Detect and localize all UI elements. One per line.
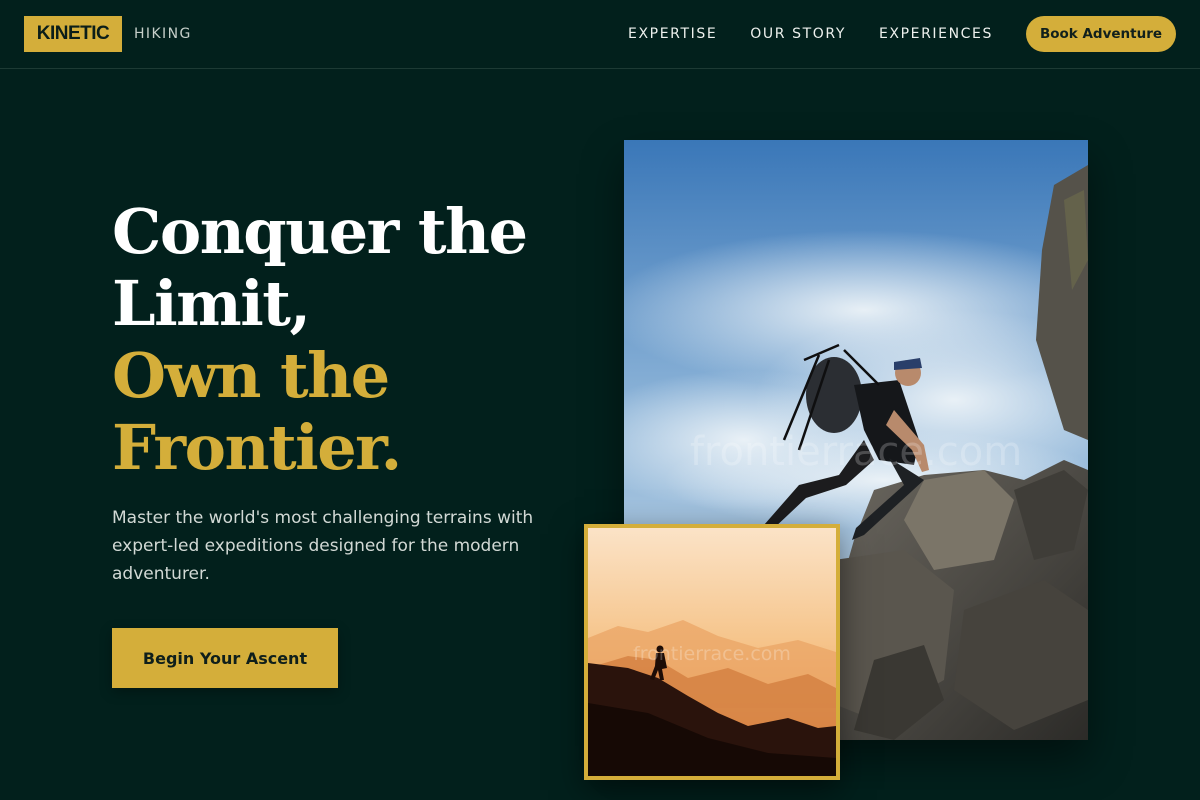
headline-line-1: Conquer the (112, 195, 528, 268)
nav-link-expertise[interactable]: EXPERTISE (628, 26, 717, 42)
nav-link-our-story[interactable]: OUR STORY (750, 26, 846, 42)
small-photo-watermark: frontierrace.com (633, 643, 791, 665)
brand-tagline: HIKING (134, 26, 192, 42)
sunset-hiker-photo: frontierrace.com (584, 524, 840, 780)
site-header: KINETIC HIKING EXPERTISE OUR STORY EXPER… (0, 0, 1200, 69)
brand-logo[interactable]: KINETIC HIKING (24, 16, 192, 52)
book-adventure-button[interactable]: Book Adventure (1026, 16, 1176, 52)
main-photo-watermark: frontierrace.com (690, 429, 1022, 475)
headline-line-4: Frontier. (112, 411, 402, 484)
headline-line-2: Limit, (112, 267, 311, 340)
nav-link-experiences[interactable]: EXPERIENCES (879, 26, 993, 42)
brand-name: KINETIC (24, 16, 122, 52)
hero-headline: Conquer the Limit, Own the Frontier. (112, 195, 528, 484)
begin-ascent-button[interactable]: Begin Your Ascent (112, 628, 338, 688)
headline-line-3: Own the (112, 339, 390, 412)
main-nav: EXPERTISE OUR STORY EXPERIENCES Book Adv… (628, 16, 1176, 52)
hero-description: Master the world's most challenging terr… (112, 508, 534, 584)
